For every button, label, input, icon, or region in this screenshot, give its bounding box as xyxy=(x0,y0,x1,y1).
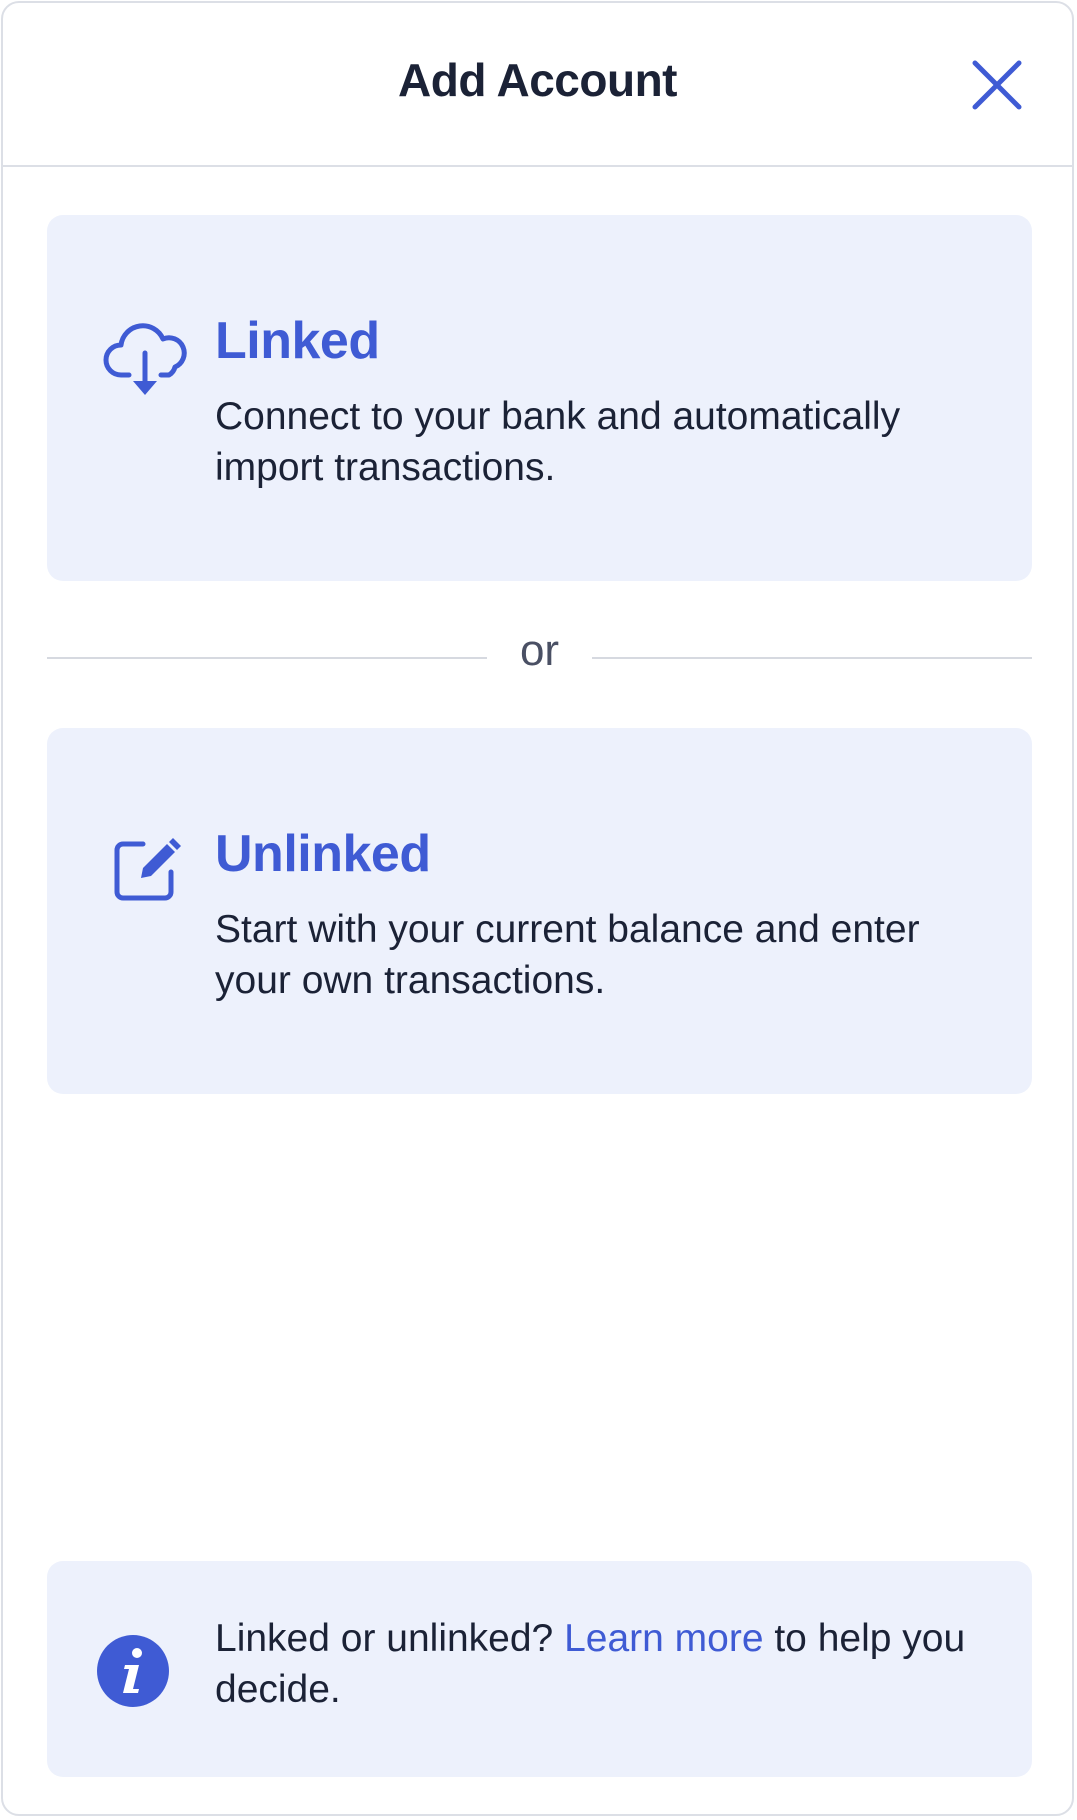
info-banner: Linked or unlinked? Learn more to help y… xyxy=(47,1561,1032,1777)
dialog-title: Add Account xyxy=(398,54,678,106)
linked-option-title: Linked xyxy=(215,312,380,370)
info-text: Linked or unlinked? Learn more to help y… xyxy=(215,1613,995,1715)
edit-icon xyxy=(103,828,189,914)
linked-option-card[interactable]: Linked Connect to your bank and automati… xyxy=(47,215,1032,581)
unlinked-option-title: Unlinked xyxy=(215,825,431,883)
unlinked-option-card[interactable]: Unlinked Start with your current balance… xyxy=(47,728,1032,1094)
add-account-dialog: Add Account Linked Connect to your bank … xyxy=(1,1,1074,1816)
divider-label: or xyxy=(519,626,560,675)
unlinked-option-description: Start with your current balance and ente… xyxy=(215,908,920,1002)
divider-line-left xyxy=(47,657,487,659)
cloud-download-icon xyxy=(103,315,189,401)
close-icon xyxy=(972,60,1022,110)
linked-option-description: Connect to your bank and automatically i… xyxy=(215,395,901,489)
info-text-before: Linked or unlinked? xyxy=(215,1617,565,1660)
close-button[interactable] xyxy=(967,55,1027,115)
or-divider: or xyxy=(47,623,1032,693)
dialog-header: Add Account xyxy=(3,3,1072,167)
info-icon xyxy=(95,1633,171,1709)
learn-more-link[interactable]: Learn more xyxy=(564,1617,763,1660)
divider-line-right xyxy=(592,657,1032,659)
